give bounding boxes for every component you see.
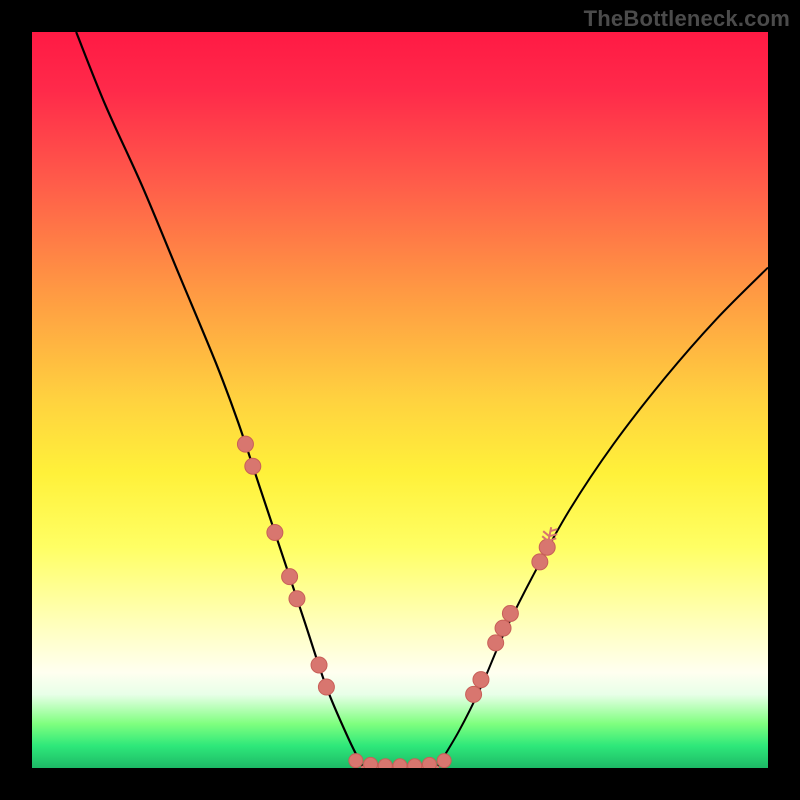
data-marker: [282, 569, 298, 585]
plot-area: [32, 32, 768, 768]
data-marker: [466, 686, 482, 702]
right-marker-cluster: [466, 539, 556, 702]
data-marker: [495, 620, 511, 636]
data-marker: [245, 458, 261, 474]
watermark-text: TheBottleneck.com: [584, 6, 790, 32]
chart-frame: TheBottleneck.com: [0, 0, 800, 800]
data-marker: [502, 605, 518, 621]
valley-marker-cluster: [349, 754, 451, 768]
data-marker: [393, 759, 407, 768]
data-marker: [378, 759, 392, 768]
data-marker: [532, 554, 548, 570]
data-marker: [473, 672, 489, 688]
data-marker: [488, 635, 504, 651]
data-marker: [364, 757, 378, 768]
data-marker: [422, 757, 436, 768]
right-curve: [437, 268, 768, 768]
data-marker: [237, 436, 253, 452]
data-marker: [318, 679, 334, 695]
data-marker: [437, 754, 451, 768]
data-marker: [289, 591, 305, 607]
data-marker: [267, 524, 283, 540]
data-marker: [408, 759, 422, 768]
chart-svg: [32, 32, 768, 768]
data-marker: [349, 754, 363, 768]
data-marker: [311, 657, 327, 673]
